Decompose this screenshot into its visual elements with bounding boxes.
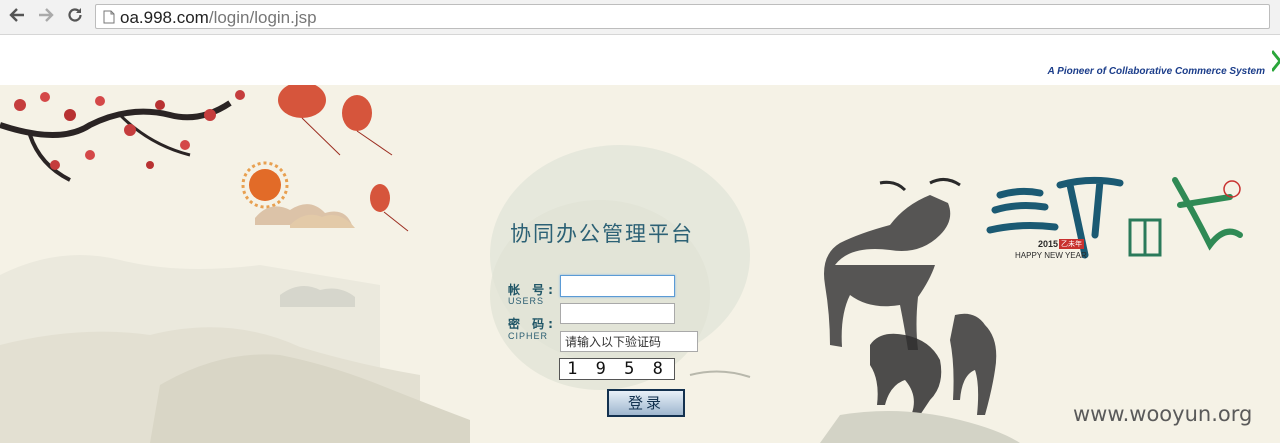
reload-icon	[66, 6, 84, 29]
brand-x-icon	[1270, 49, 1280, 80]
captcha-image[interactable]: 1 9 5 8 1	[559, 358, 675, 380]
plum-blossom-branch	[0, 90, 245, 182]
arrow-right-icon	[37, 6, 55, 29]
browser-toolbar: oa.998.com/login/login.jsp	[0, 0, 1280, 35]
password-sublabel: CIPHER	[508, 331, 549, 341]
sun-icon	[241, 161, 289, 209]
site-header: A Pioneer of Collaborative Commerce Syst…	[0, 35, 1280, 85]
password-input[interactable]	[560, 303, 675, 324]
reload-button[interactable]	[65, 7, 85, 27]
account-input[interactable]	[560, 275, 675, 297]
happy-new-year-label: HAPPY NEW YEAR	[1015, 251, 1087, 260]
forward-button[interactable]	[36, 7, 56, 27]
page-icon	[103, 10, 115, 29]
captcha-input[interactable]	[560, 331, 698, 352]
back-button[interactable]	[7, 7, 27, 27]
company-tagline: A Pioneer of Collaborative Commerce Syst…	[1047, 66, 1265, 77]
address-bar[interactable]: oa.998.com/login/login.jsp	[95, 4, 1270, 29]
new-year-calligraphy	[986, 176, 1243, 259]
arrow-left-icon	[8, 6, 26, 29]
account-sublabel: USERS	[508, 296, 545, 306]
sheep-painting	[820, 178, 1020, 443]
login-button[interactable]: 登录	[607, 389, 685, 417]
year-badge: 乙未年	[1059, 239, 1084, 249]
watermark: www.wooyun.org	[1073, 402, 1253, 426]
login-banner: 协同办公管理平台 帐 号: USERS 密 码: CIPHER 1 9 5 8 …	[0, 85, 1280, 443]
url-text: oa.998.com/login/login.jsp	[120, 8, 317, 27]
platform-title: 协同办公管理平台	[510, 222, 694, 246]
password-label: 密 码:	[508, 317, 557, 331]
year-label: 2015	[1038, 239, 1059, 249]
